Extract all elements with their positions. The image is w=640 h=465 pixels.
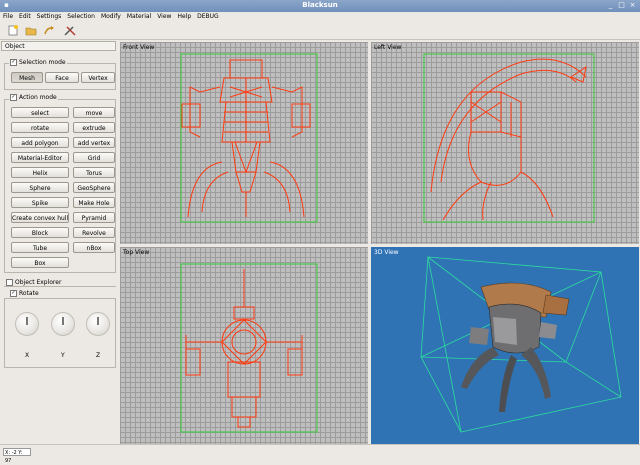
rotate-label[interactable]: ✓ Rotate — [9, 290, 40, 297]
make-hole-button[interactable]: Make Hole — [73, 197, 115, 208]
front-viewport[interactable]: Front View — [120, 42, 368, 244]
menu-settings[interactable]: Settings — [34, 12, 65, 20]
front-wireframe — [180, 53, 318, 223]
face-button[interactable]: Face — [45, 72, 79, 83]
menu-debug[interactable]: DEBUG — [194, 12, 222, 20]
axis-y-label: Y — [60, 352, 66, 359]
perspective-viewport[interactable]: 3D View — [371, 247, 639, 444]
window-title: Blacksun — [302, 1, 338, 9]
add-polygon-button[interactable]: add polygon — [11, 137, 69, 148]
left-viewport[interactable]: Left View — [371, 42, 639, 244]
spike-button[interactable]: Spike — [11, 197, 69, 208]
sphere-button[interactable]: Sphere — [11, 182, 69, 193]
geosphere-button[interactable]: GeoSphere — [73, 182, 115, 193]
selection-mode-label[interactable]: ✓ Selection mode — [9, 59, 67, 66]
object-explorer-divider — [4, 286, 116, 287]
maximize-icon[interactable]: □ — [617, 1, 626, 10]
top-viewport[interactable]: Top View — [120, 247, 368, 444]
checkbox-icon: ✓ — [10, 290, 17, 297]
rotate-y-dial[interactable] — [51, 312, 75, 336]
torus-button[interactable]: Torus — [73, 167, 115, 178]
rotate-x-dial[interactable] — [15, 312, 39, 336]
block-button[interactable]: Block — [11, 227, 69, 238]
title-bar: ▪ Blacksun _ □ × — [0, 0, 640, 12]
extrude-button[interactable]: extrude — [73, 122, 115, 133]
create-convex-hull-button[interactable]: Create convex hull — [11, 212, 69, 223]
revolve-button[interactable]: Revolve — [73, 227, 115, 238]
action-mode-label[interactable]: ✓ Action mode — [9, 94, 58, 101]
axis-z-label: Z — [95, 352, 102, 359]
object-explorer-label[interactable]: Object Explorer — [5, 279, 63, 286]
pyramid-button[interactable]: Pyramid — [73, 212, 115, 223]
add-vertex-button[interactable]: add vertex — [73, 137, 115, 148]
tools-icon[interactable] — [64, 25, 76, 36]
checkbox-icon — [6, 279, 13, 286]
status-bar: X: -2 Y: 97 — [0, 444, 640, 464]
menu-selection[interactable]: Selection — [64, 12, 98, 20]
close-icon[interactable]: × — [628, 1, 637, 10]
menu-help[interactable]: Help — [174, 12, 194, 20]
checkbox-icon: ✓ — [10, 94, 17, 101]
rotate-button[interactable]: rotate — [11, 122, 69, 133]
menu-modify[interactable]: Modify — [98, 12, 124, 20]
save-icon[interactable] — [43, 25, 55, 36]
menu-view[interactable]: View — [154, 12, 174, 20]
select-button[interactable]: select — [11, 107, 69, 118]
object-panel: Object ✓ Selection mode Mesh Face Vertex … — [0, 40, 118, 444]
minimize-icon[interactable]: _ — [606, 1, 615, 10]
menu-file[interactable]: File — [0, 12, 16, 20]
mesh-button[interactable]: Mesh — [11, 72, 43, 83]
menu-bar: File Edit Settings Selection Modify Material V… — [0, 12, 640, 22]
menu-material[interactable]: Material — [124, 12, 154, 20]
nbox-button[interactable]: nBox — [73, 242, 115, 253]
new-file-icon[interactable] — [7, 25, 19, 36]
left-wireframe — [423, 53, 595, 223]
vertex-button[interactable]: Vertex — [81, 72, 115, 83]
grid-button[interactable]: Grid — [73, 152, 115, 163]
coordinate-readout: X: -2 Y: 97 — [3, 448, 31, 464]
top-wireframe — [180, 263, 318, 433]
toolbar — [0, 22, 640, 40]
menu-edit[interactable]: Edit — [16, 12, 34, 20]
open-folder-icon[interactable] — [25, 25, 37, 36]
axis-x-label: X — [24, 352, 31, 359]
perspective-model — [420, 256, 622, 433]
move-button[interactable]: move — [73, 107, 115, 118]
panel-title: Object — [1, 41, 116, 51]
material-editor-button[interactable]: Material-Editor — [11, 152, 69, 163]
checkbox-icon: ✓ — [10, 59, 17, 66]
rotate-z-dial[interactable] — [86, 312, 110, 336]
tube-button[interactable]: Tube — [11, 242, 69, 253]
box-button[interactable]: Box — [11, 257, 69, 268]
helix-button[interactable]: Helix — [11, 167, 69, 178]
